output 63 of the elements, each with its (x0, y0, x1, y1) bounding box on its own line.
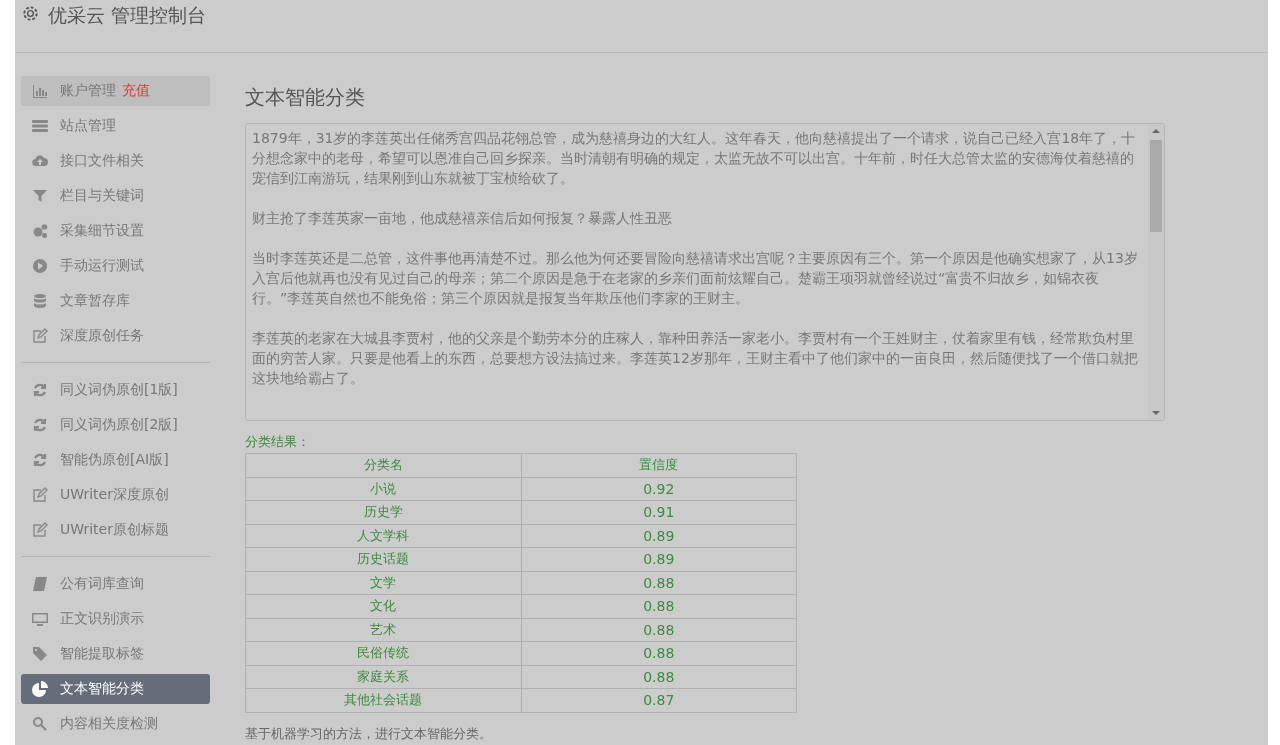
edit-icon (32, 328, 48, 344)
table-cell: 人文学科 (245, 524, 521, 548)
table-cell: 0.87 (521, 688, 797, 712)
table-cell: 民俗传统 (245, 641, 521, 665)
server-icon (32, 118, 48, 134)
table-cell: 小说 (245, 477, 521, 501)
sidebar-item[interactable]: 站点管理 (21, 111, 210, 141)
table-cell: 历史话题 (245, 547, 521, 571)
table-cell: 历史学 (245, 500, 521, 524)
table-cell: 文化 (245, 594, 521, 618)
table-cell: 0.88 (521, 641, 797, 665)
column-header: 置信度 (521, 453, 797, 477)
edit-icon (32, 522, 48, 538)
filter-icon (32, 188, 48, 204)
table-cell: 其他社会话题 (245, 688, 521, 712)
sidebar-item[interactable]: 同义词伪原创[1版] (21, 375, 210, 405)
sidebar-item[interactable]: 智能提取标签 (21, 639, 210, 669)
table-cell: 艺术 (245, 618, 521, 642)
refresh-icon (32, 417, 48, 433)
table-cell: 0.88 (521, 594, 797, 618)
sidebar-item[interactable]: 手动运行测试 (21, 251, 210, 281)
settings-icon (21, 4, 40, 23)
sidebar-item[interactable]: 同义词伪原创[2版] (21, 410, 210, 440)
scrollbar[interactable] (1148, 124, 1164, 420)
table-cell: 0.89 (521, 524, 797, 548)
sidebar-item[interactable]: 文章暂存库 (21, 286, 210, 316)
table-cell: 0.91 (521, 500, 797, 524)
sidebar-item[interactable]: 正文识别演示 (21, 604, 210, 634)
table-cell: 0.92 (521, 477, 797, 501)
tag-icon (32, 646, 48, 662)
description-text: 基于机器学习的方法，进行文本智能分类。 (245, 724, 493, 743)
sidebar-item[interactable]: 公有词库查询 (21, 569, 210, 599)
sidebar-item[interactable]: 账户管理 充值 (21, 76, 210, 106)
table-cell: 0.88 (521, 571, 797, 595)
pie-chart-icon (32, 681, 48, 697)
table-cell: 家庭关系 (245, 665, 521, 689)
sidebar-item[interactable]: 智能伪原创[AI版] (21, 445, 210, 475)
play-icon (32, 258, 48, 274)
column-header: 分类名 (245, 453, 521, 477)
sidebar-item[interactable]: UWriter原创标题 (21, 515, 210, 545)
sidebar-item[interactable]: UWriter深度原创 (21, 480, 210, 510)
text-input-area[interactable]: 1879年，31岁的李莲英出任储秀宫四品花翎总管，成为慈禧身边的大红人。这年春天，他向慈禧提出了一个请求，说自己已经入宫18年了，十分想念家中的老母，希望可以恩准自己回乡探亲。当时清朝有明确的规定，太监无故不可以出宫。十年前，时任大总管太监的安德海仗着慈禧的宠信到江南游玩，结果刚到山东就被丁宝桢给砍了。 财主抢了李莲英家一亩地，他成慈禧亲信后如何报复？暴露人性丑恶 当时李莲英还是二总管，这件事他再清楚不过。那么他为何还要冒险向慈禧请求出宫呢？主要原因有三个。第一个原因是他确实想家了，从13岁入宫后他就再也没有见过自己的母亲；第二个原因是急于在老家的乡亲们面前炫耀自己。楚霸王项羽就曾经说过“富贵不归故乡，如锦衣夜行。”李莲英自然也不能免俗；第三个原因就是报复当年欺压他们李家的王财主。 李莲英的老家在大城县李贾村，他的父亲是个勤劳本分的庄稼人，靠种田养活一家老小。李贾村有一个王姓财主，仗着家里有钱，经常欺负村里面的穷苦人家。只要是他看上的东西，总要想方设法搞过来。李莲英12岁那年，王财主看中了他们家中的一亩良田，然后随便找了一个借口就把这块地给霸占了。 (245, 123, 1165, 421)
sidebar-item[interactable]: 采集细节设置 (21, 216, 210, 246)
sidebar-item[interactable]: 接口文件相关 (21, 146, 210, 176)
database-icon (32, 293, 48, 309)
table-cell: 0.88 (521, 665, 797, 689)
sidebar-item[interactable]: 深度原创任务 (21, 321, 210, 351)
refresh-icon (32, 382, 48, 398)
refresh-icon (32, 452, 48, 468)
sidebar-item[interactable]: 栏目与关键词 (21, 181, 210, 211)
app-title: 优采云 管理控制台 (48, 3, 207, 27)
table-cell: 文学 (245, 571, 521, 595)
result-label: 分类结果： (245, 433, 311, 451)
page-title: 文本智能分类 (245, 84, 366, 111)
table-cell: 0.89 (521, 547, 797, 571)
sidebar-item[interactable]: 文本智能分类 (21, 674, 210, 704)
monitor-icon (32, 611, 48, 627)
edit-icon (32, 487, 48, 503)
table-cell: 0.88 (521, 618, 797, 642)
search-icon (32, 716, 48, 732)
bar-chart-icon (32, 83, 48, 99)
sidebar-item[interactable]: 内容相关度检测 (21, 709, 210, 739)
cloud-upload-icon (32, 153, 48, 169)
